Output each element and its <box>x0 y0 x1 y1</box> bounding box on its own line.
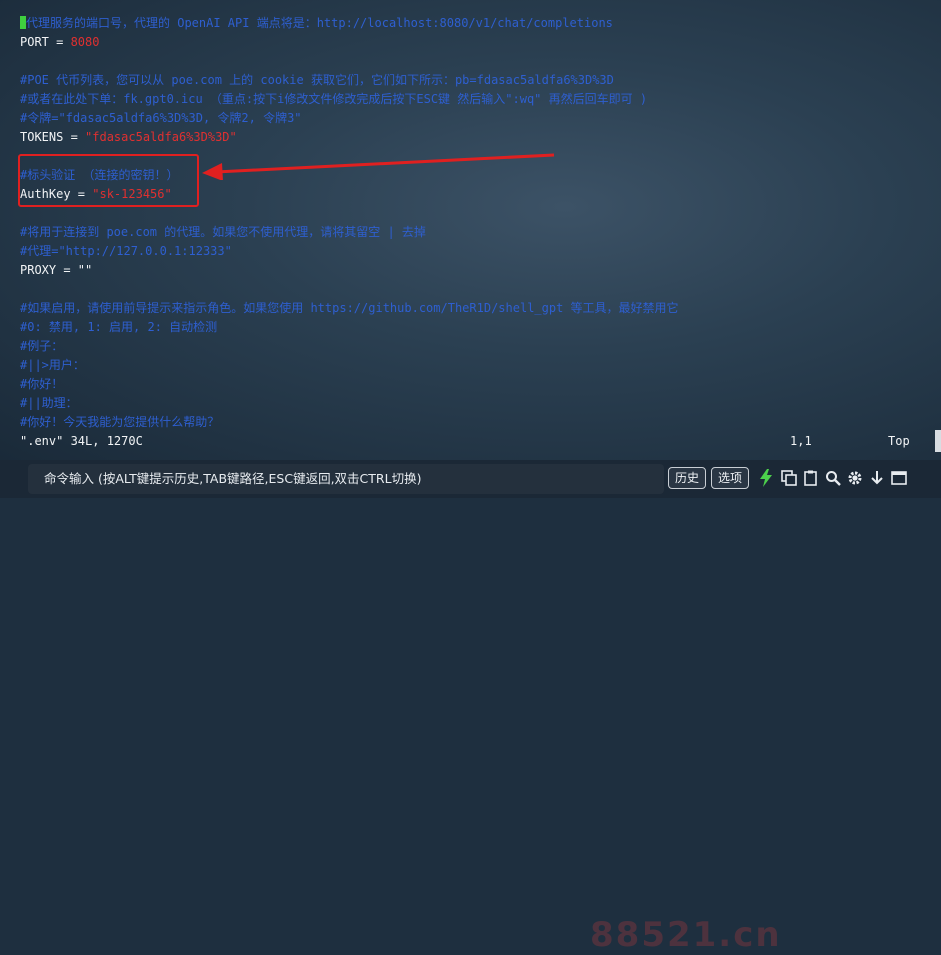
editor-line: #如果启用，请使用前导提示来指示角色。如果您使用 https://github.… <box>20 299 679 318</box>
editor-line: TOKENS = "fdasac5aldfa6%3D%3D" <box>20 128 237 147</box>
editor-line: PROXY = "" <box>20 261 92 280</box>
lightning-icon[interactable] <box>756 468 776 488</box>
copy-icon[interactable] <box>779 468 799 488</box>
code-token: #令牌="fdasac5aldfa6%3D%3D, 令牌2, 令牌3" <box>20 111 302 125</box>
code-token: #你好！ <box>20 377 64 391</box>
code-token: #你好！今天我能为您提供什么帮助？ <box>20 415 220 429</box>
status-file-info: ".env" 34L, 1270C <box>20 434 143 448</box>
editor-line: #你好！ <box>20 375 63 394</box>
code-token: #或者在此处下单：fk.gpt0.icu （重点:按下i修改文件修改完成后按下E… <box>20 92 648 106</box>
search-icon[interactable] <box>823 468 843 488</box>
history-button[interactable]: 历史 <box>668 467 707 489</box>
editor-line: #||助理： <box>20 394 78 413</box>
code-token: #||助理： <box>20 396 78 410</box>
editor-line: #0: 禁用, 1: 启用, 2: 自动检测 <box>20 318 217 337</box>
terminal-editor[interactable]: 代理服务的端口号，代理的 OpenAI API 端点将是：http://loca… <box>0 0 941 460</box>
code-token: #代理="http://127.0.0.1:12333" <box>20 244 232 258</box>
window-icon[interactable] <box>889 468 909 488</box>
annotation-arrow-icon <box>202 153 555 180</box>
editor-line: #||>用户： <box>20 356 85 375</box>
status-cursor-position: 1,1 <box>790 434 812 448</box>
editor-line: PORT = 8080 <box>20 33 99 52</box>
download-arrow-icon[interactable] <box>867 468 887 488</box>
annotation-highlight-box <box>18 154 199 207</box>
options-button[interactable]: 选项 <box>711 467 750 489</box>
paste-icon[interactable] <box>801 468 821 488</box>
command-bar: 命令输入 (按ALT键提示历史,TAB键路径,ESC键返回,双击CTRL切换) … <box>0 460 941 955</box>
code-token: "" <box>77 263 93 277</box>
code-token: #例子： <box>20 339 64 353</box>
scrollbar-thumb[interactable] <box>935 430 941 452</box>
command-input[interactable]: 命令输入 (按ALT键提示历史,TAB键路径,ESC键返回,双击CTRL切换) <box>28 464 664 494</box>
code-token: 代理服务的端口号，代理的 OpenAI API 端点将是：http://loca… <box>26 16 613 30</box>
editor-line: #或者在此处下单：fk.gpt0.icu （重点:按下i修改文件修改完成后按下E… <box>20 90 647 109</box>
code-token: #0: 禁用, 1: 启用, 2: 自动检测 <box>20 320 218 334</box>
code-token: #将用于连接到 poe.com 的代理。如果您不使用代理，请将其留空 | 去掉 <box>20 225 426 239</box>
editor-line: #代理="http://127.0.0.1:12333" <box>20 242 232 261</box>
code-token: TOKENS = <box>20 130 86 144</box>
status-scroll-position: Top <box>888 434 910 448</box>
editor-line: 代理服务的端口号，代理的 OpenAI API 端点将是：http://loca… <box>20 14 613 33</box>
code-token: #POE 代币列表，您可以从 poe.com 上的 cookie 获取它们，它们… <box>20 73 614 87</box>
editor-line: #例子： <box>20 337 63 356</box>
editor-line: #令牌="fdasac5aldfa6%3D%3D, 令牌2, 令牌3" <box>20 109 302 128</box>
code-token: #||>用户： <box>20 358 85 372</box>
code-token: 8080 <box>70 35 100 49</box>
command-input-hint: 命令输入 (按ALT键提示历史,TAB键路径,ESC键返回,双击CTRL切换) <box>44 471 422 486</box>
code-token: PROXY = <box>20 263 78 277</box>
gear-icon[interactable] <box>845 468 865 488</box>
editor-line: #你好！今天我能为您提供什么帮助？ <box>20 413 219 432</box>
site-watermark: 88521.cn <box>590 915 782 955</box>
code-token: #如果启用，请使用前导提示来指示角色。如果您使用 https://github.… <box>20 301 679 315</box>
editor-line: #将用于连接到 poe.com 的代理。如果您不使用代理，请将其留空 | 去掉 <box>20 223 426 242</box>
editor-line: #POE 代币列表，您可以从 poe.com 上的 cookie 获取它们，它们… <box>20 71 614 90</box>
code-token: PORT = <box>20 35 71 49</box>
code-token: "fdasac5aldfa6%3D%3D" <box>85 130 237 144</box>
